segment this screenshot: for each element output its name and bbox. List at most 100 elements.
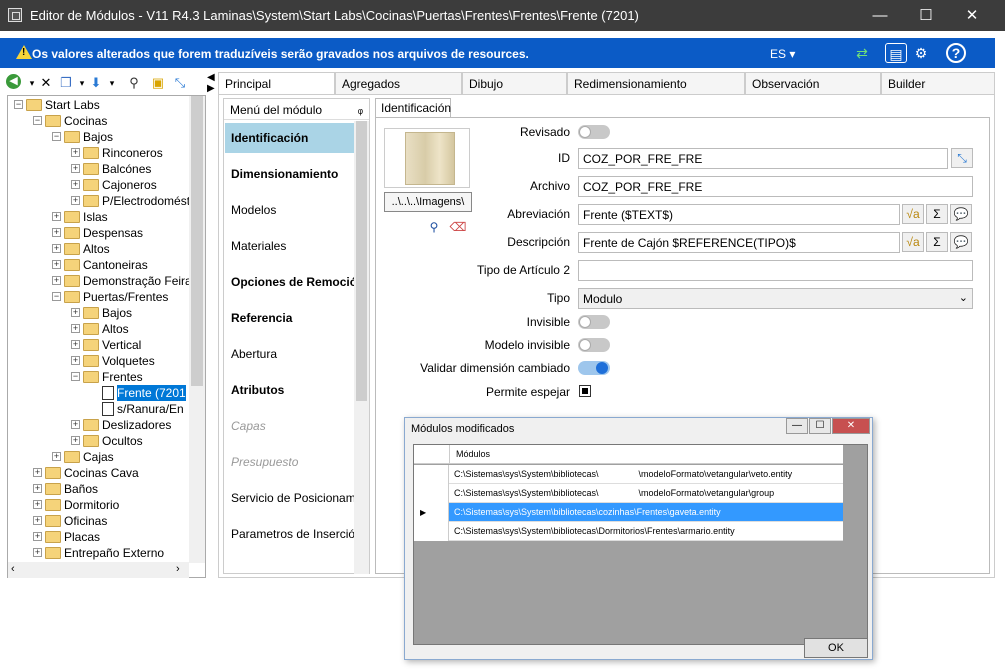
expand-icon[interactable]: + xyxy=(52,212,61,221)
row-indicator[interactable] xyxy=(414,522,449,541)
row-indicator[interactable] xyxy=(414,465,449,484)
expand-icon[interactable]: + xyxy=(33,532,42,541)
translate-icon[interactable]: 💬 xyxy=(950,232,972,252)
expand-icon[interactable]: + xyxy=(33,516,42,525)
grid-row[interactable]: ▶ C:\Sistemas\sys\System\bibliotecas\cozi… xyxy=(414,503,843,522)
folder-refresh-icon[interactable]: ▣ xyxy=(150,74,166,92)
help-icon[interactable]: ? xyxy=(946,43,966,63)
permite-espejar-checkbox[interactable] xyxy=(579,385,591,397)
row-indicator[interactable] xyxy=(414,484,449,503)
translate-icon[interactable]: 💬 xyxy=(950,204,972,224)
expand-icon[interactable]: + xyxy=(52,228,61,237)
image-path-button[interactable]: ..\..\..\Imagens\ xyxy=(384,192,472,212)
menu-scrollbar[interactable] xyxy=(354,121,369,574)
collapse-icon[interactable]: − xyxy=(71,372,80,381)
menu-item[interactable]: Atributos xyxy=(225,375,355,405)
minimize-button[interactable]: — xyxy=(857,0,903,31)
id-picker-icon[interactable]: ⤡ xyxy=(951,148,973,168)
formula-icon[interactable]: √a xyxy=(902,204,924,224)
tipo-select[interactable]: Modulo ⌄ xyxy=(578,288,973,309)
menu-item[interactable]: Opciones de Remoción xyxy=(225,267,355,297)
expand-icon[interactable]: + xyxy=(33,468,42,477)
expand-icon[interactable]: + xyxy=(52,244,61,253)
menu-item[interactable]: Materiales xyxy=(225,231,355,261)
expand-icon[interactable]: + xyxy=(71,356,80,365)
sum-icon[interactable]: Σ xyxy=(926,232,948,252)
menu-item[interactable]: Presupuesto xyxy=(225,447,355,477)
expand-icon[interactable]: + xyxy=(33,548,42,557)
settings-icon[interactable]: ⚙ xyxy=(910,43,932,63)
module-link-icon[interactable]: ⤡ xyxy=(172,74,188,92)
id-field[interactable]: COZ_POR_FRE_FRE xyxy=(578,148,948,169)
revisado-toggle[interactable] xyxy=(578,125,610,139)
expand-icon[interactable]: + xyxy=(71,324,80,333)
expand-icon[interactable]: + xyxy=(33,500,42,509)
menu-item[interactable]: Modelos xyxy=(225,195,355,225)
collapse-icon[interactable]: − xyxy=(52,292,61,301)
expand-icon[interactable]: + xyxy=(71,308,80,317)
expand-icon[interactable]: + xyxy=(52,452,61,461)
expand-icon[interactable]: + xyxy=(71,420,80,429)
find-icon[interactable]: ⚲ xyxy=(126,74,142,92)
row-indicator[interactable]: ▶ xyxy=(414,503,449,522)
tab-dibujo[interactable]: Dibujo xyxy=(462,72,567,94)
archivo-field[interactable]: COZ_POR_FRE_FRE xyxy=(578,176,973,197)
expand-icon[interactable]: + xyxy=(71,196,80,205)
dropdown-arrow-icon[interactable]: ▾ xyxy=(104,74,120,92)
tab-principal[interactable]: Principal xyxy=(218,72,335,95)
grid-row[interactable]: C:\Sistemas\sys\System\bibliotecas\Dormi… xyxy=(414,522,843,541)
tipo-articulo-field[interactable] xyxy=(578,260,973,281)
menu-item[interactable]: Dimensionamiento xyxy=(225,159,355,189)
tab-agregados[interactable]: Agregados xyxy=(335,72,462,94)
language-selector[interactable]: ES ▾ xyxy=(770,47,795,61)
search-image-icon[interactable]: ⚲ xyxy=(424,218,444,236)
expand-icon[interactable]: + xyxy=(71,340,80,349)
scroll-thumb[interactable] xyxy=(356,121,367,401)
grid-header-modulos[interactable]: Módulos xyxy=(450,445,843,464)
refresh-icon[interactable]: ⇄ xyxy=(851,43,873,63)
move-down-icon[interactable]: ⬇ xyxy=(88,74,104,92)
eraser-icon[interactable]: ⌫ xyxy=(448,218,468,236)
scroll-left-icon[interactable]: ‹ xyxy=(11,563,15,575)
dialog-minimize-button[interactable]: — xyxy=(786,418,808,434)
tab-builder[interactable]: Builder xyxy=(881,72,995,94)
collapse-icon[interactable]: − xyxy=(52,132,61,141)
validar-toggle[interactable] xyxy=(578,361,610,375)
collapse-icon[interactable]: − xyxy=(14,100,23,109)
scroll-right-icon[interactable]: › xyxy=(176,563,180,575)
dialog-close-button[interactable]: ✕ xyxy=(832,418,870,434)
pin-icon[interactable]: ᵩ xyxy=(358,102,363,116)
tab-observacion[interactable]: Observación xyxy=(745,72,881,94)
menu-item[interactable]: Abertura xyxy=(225,339,355,369)
panel-splitter[interactable]: ◀ ▶ xyxy=(207,72,217,94)
ok-button[interactable]: OK xyxy=(804,638,868,658)
menu-item[interactable]: Parametros de Inserción xyxy=(225,519,355,549)
collapse-icon[interactable]: − xyxy=(33,116,42,125)
grid-row[interactable]: C:\Sistemas\sys\System\bibliotecas\ \mod… xyxy=(414,465,843,484)
abreviacion-field[interactable]: Frente ($TEXT$) xyxy=(578,204,900,225)
descripcion-field[interactable]: Frente de Cajón $REFERENCE(TIPO)$ xyxy=(578,232,900,253)
tab-redimensionamiento[interactable]: Redimensionamiento xyxy=(567,72,745,94)
tree-horizontal-scrollbar[interactable]: ‹ › xyxy=(8,562,189,578)
delete-icon[interactable]: ✕ xyxy=(38,74,54,92)
back-icon[interactable]: ◀ xyxy=(6,74,21,89)
expand-icon[interactable]: + xyxy=(71,180,80,189)
expand-icon[interactable]: + xyxy=(71,148,80,157)
menu-item[interactable]: Servicio de Posicionamie xyxy=(225,483,355,513)
menu-item[interactable]: Identificación xyxy=(225,123,355,153)
sum-icon[interactable]: Σ xyxy=(926,204,948,224)
expand-icon[interactable]: + xyxy=(71,436,80,445)
tab-identificacion[interactable]: Identificación xyxy=(375,98,451,118)
expand-icon[interactable]: + xyxy=(71,164,80,173)
close-button[interactable]: ✕ xyxy=(949,0,995,31)
tree-vertical-scrollbar[interactable] xyxy=(189,96,205,563)
menu-item[interactable]: Capas xyxy=(225,411,355,441)
module-tree[interactable]: − Start Labs − Cocinas − Bajos + Rinconeros + Bal… xyxy=(7,95,206,578)
menu-item[interactable]: Referencia xyxy=(225,303,355,333)
modelo-invisible-toggle[interactable] xyxy=(578,338,610,352)
scroll-thumb[interactable] xyxy=(191,96,203,386)
expand-icon[interactable]: + xyxy=(33,484,42,493)
modules-grid[interactable]: Módulos C:\Sistemas\sys\System\bibliotec… xyxy=(413,444,868,645)
grid-row[interactable]: C:\Sistemas\sys\System\bibliotecas\ \mod… xyxy=(414,484,843,503)
expand-icon[interactable]: + xyxy=(52,260,61,269)
